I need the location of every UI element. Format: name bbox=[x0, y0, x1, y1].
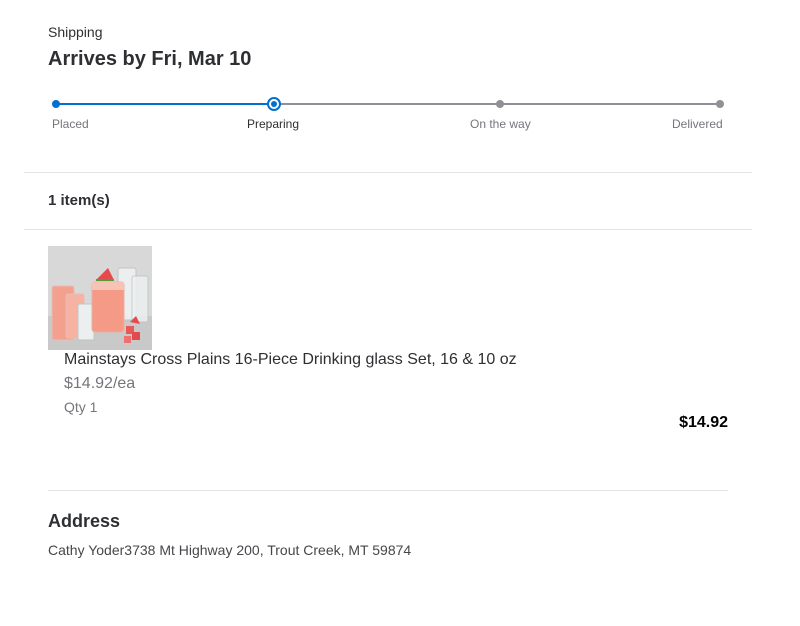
step-label-preparing: Preparing bbox=[247, 117, 300, 131]
divider bbox=[24, 229, 752, 230]
items-count: 1 item(s) bbox=[48, 192, 110, 209]
product-name-link[interactable]: Mainstays Cross Plains 16-Piece Drinking… bbox=[64, 351, 517, 369]
step-dot-preparing bbox=[267, 97, 281, 111]
progress-line-completed bbox=[56, 103, 274, 105]
order-details-page: Shipping Arrives by Fri, Mar 10 Placed P… bbox=[0, 0, 800, 626]
shipping-address: Cathy Yoder3738 Mt Highway 200, Trout Cr… bbox=[48, 542, 412, 558]
step-label-placed: Placed bbox=[52, 117, 89, 131]
step-label-on-the-way: On the way bbox=[470, 117, 531, 131]
drinking-glasses-photo-icon[interactable] bbox=[48, 246, 152, 350]
shipment-progress-tracker: Placed Preparing On the way Delivered bbox=[48, 94, 728, 134]
shipping-label: Shipping bbox=[48, 24, 103, 40]
divider bbox=[48, 490, 728, 491]
arrival-date-title: Arrives by Fri, Mar 10 bbox=[48, 48, 252, 70]
step-dot-delivered bbox=[716, 100, 724, 108]
address-title: Address bbox=[48, 511, 121, 531]
divider bbox=[24, 172, 752, 173]
product-quantity: Qty 1 bbox=[64, 399, 98, 415]
step-dot-placed bbox=[52, 100, 60, 108]
step-dot-on-the-way bbox=[496, 100, 504, 108]
product-line-total: $14.92 bbox=[679, 414, 728, 431]
product-unit-price: $14.92/ea bbox=[64, 375, 136, 392]
step-label-delivered: Delivered bbox=[672, 117, 723, 131]
